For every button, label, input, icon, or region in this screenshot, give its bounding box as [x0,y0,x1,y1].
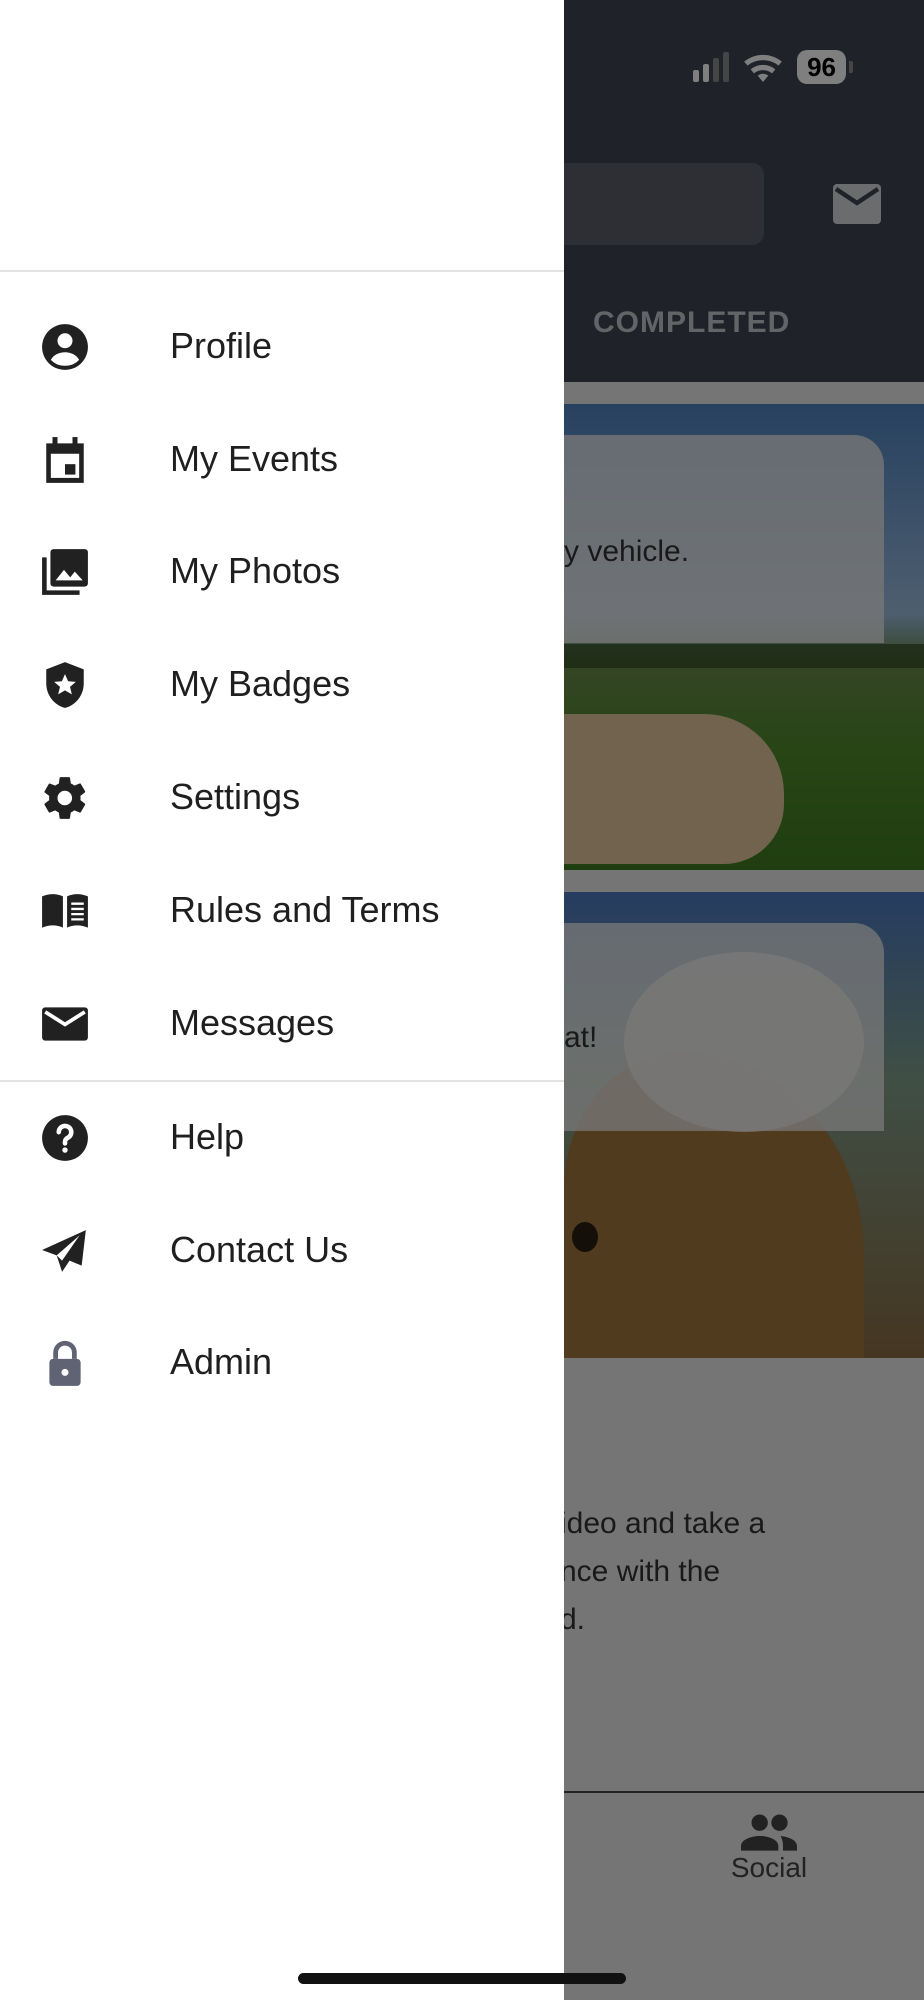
menu-label: Rules and Terms [170,889,440,930]
menu-item-contact-us[interactable]: Contact Us [0,1200,564,1300]
home-indicator[interactable] [298,1973,626,1984]
menu-item-messages[interactable]: Messages [0,973,564,1073]
menu-item-settings[interactable]: Settings [0,747,564,847]
menu-label: Contact Us [170,1229,349,1270]
menu-label: Profile [170,325,273,366]
menu-item-my-photos[interactable]: My Photos [0,521,564,621]
menu-item-admin[interactable]: Admin [0,1312,564,1412]
gear-icon [40,773,90,823]
drawer-divider [0,1080,564,1082]
menu-label: Help [170,1116,245,1157]
shield-star-icon [40,660,90,710]
book-icon [40,886,90,936]
navigation-drawer: Profile My Events My Photos My Badges Se… [0,0,564,2000]
help-circle-icon [40,1113,90,1163]
menu-label: My Photos [170,550,341,591]
lock-icon [40,1338,90,1388]
menu-label: Settings [170,776,301,817]
menu-item-rules-and-terms[interactable]: Rules and Terms [0,860,564,960]
drawer-divider [0,270,564,272]
menu-item-my-badges[interactable]: My Badges [0,634,564,734]
calendar-icon [40,435,90,485]
mail-icon [40,999,90,1049]
menu-label: My Events [170,438,339,479]
photo-library-icon [40,547,90,597]
menu-label: Messages [170,1002,335,1043]
menu-item-my-events[interactable]: My Events [0,409,564,509]
menu-item-profile[interactable]: Profile [0,296,564,396]
menu-label: My Badges [170,663,351,704]
menu-label: Admin [170,1341,273,1382]
send-icon [40,1226,90,1276]
menu-item-help[interactable]: Help [0,1087,564,1187]
account-circle-icon [40,322,90,372]
